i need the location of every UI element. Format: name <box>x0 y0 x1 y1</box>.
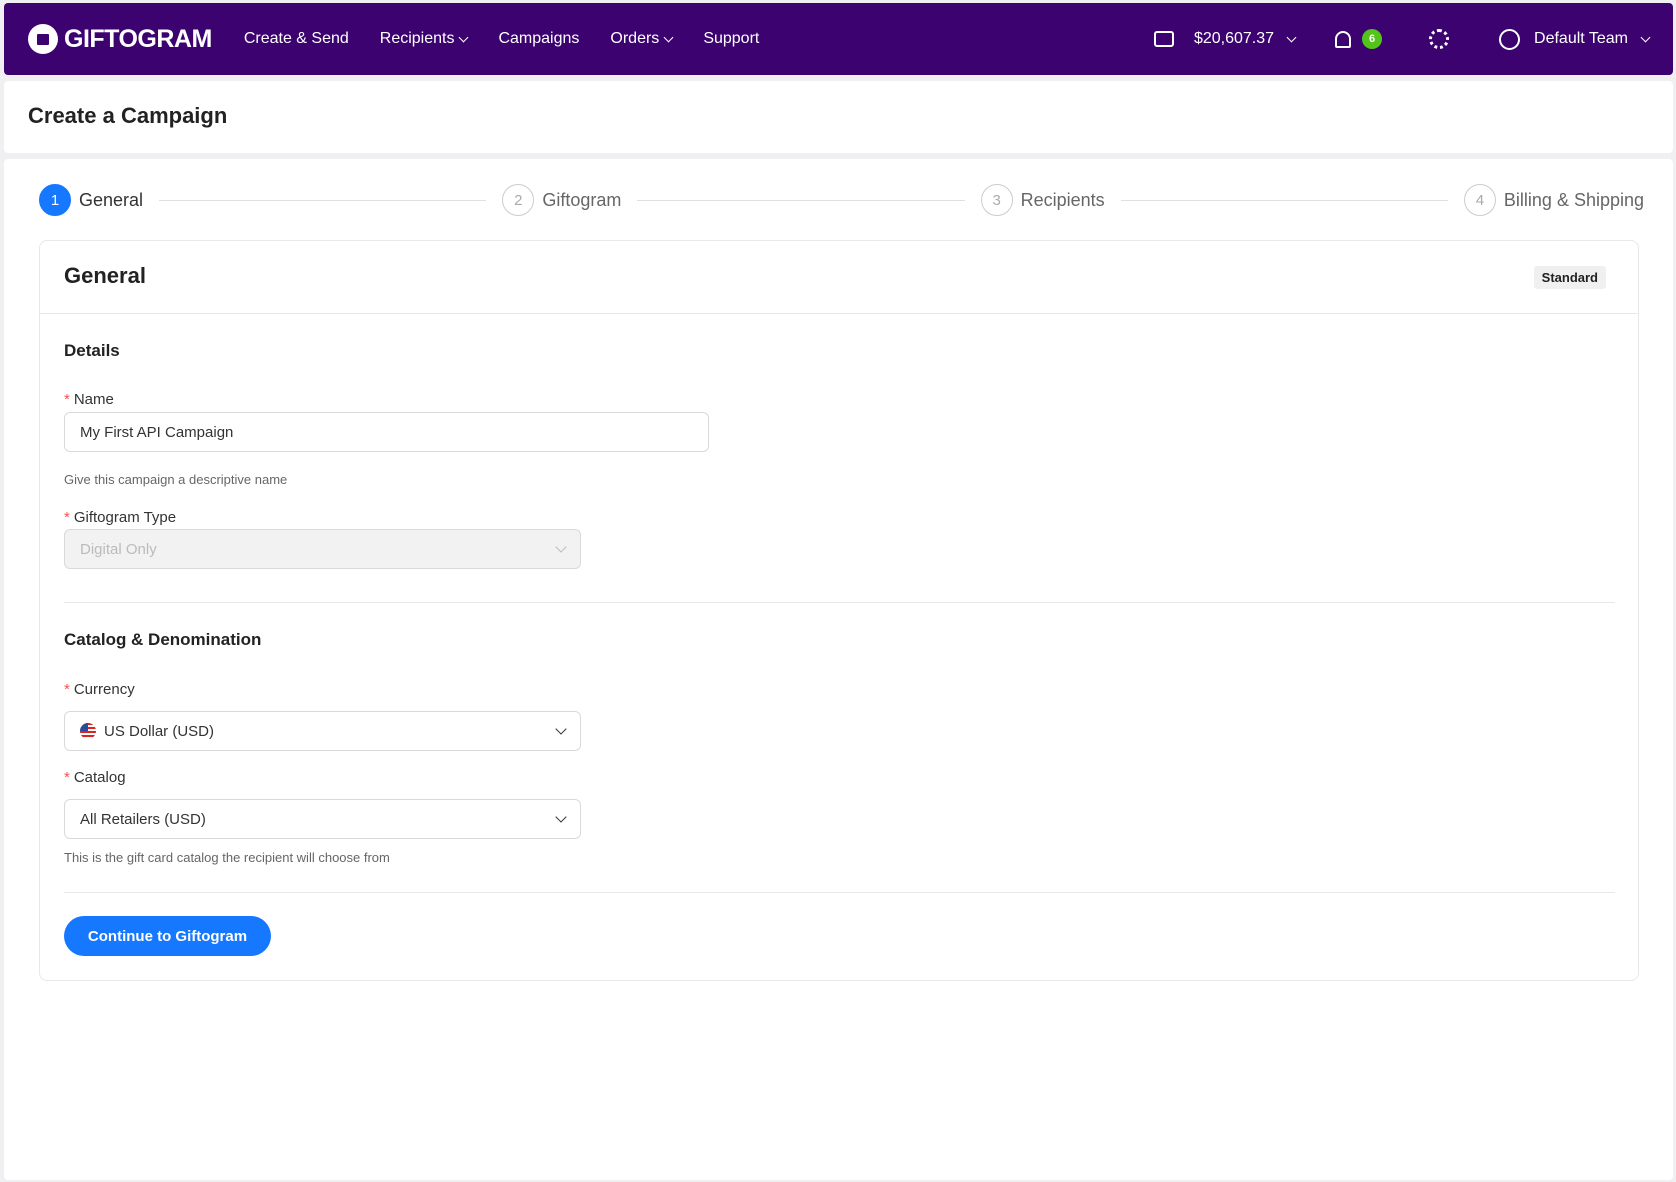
catalog-help-text: This is the gift card catalog the recipi… <box>64 850 390 865</box>
logo-text: GIFTOGRAM <box>64 24 212 53</box>
notification-badge: 6 <box>1362 29 1383 49</box>
chevron-down-icon <box>1286 32 1297 42</box>
general-card: General Standard Details * Name My First … <box>39 240 1639 981</box>
currency-label: * Currency <box>64 681 135 698</box>
label-text: Catalog <box>73 769 126 786</box>
team-name: Default Team <box>1534 30 1628 47</box>
step-label: Giftogram <box>542 189 622 210</box>
gift-icon <box>28 24 58 54</box>
step-number: 1 <box>39 184 71 216</box>
giftogram-logo[interactable]: GIFTOGRAM <box>28 24 212 54</box>
gear-icon[interactable] <box>1429 29 1450 49</box>
step-number: 3 <box>980 184 1013 216</box>
chevron-down-icon <box>555 723 567 735</box>
nav-recipients[interactable]: Recipients <box>379 30 469 48</box>
card-header: General Standard <box>40 241 1638 314</box>
step-connector <box>1120 199 1448 201</box>
name-input[interactable]: My First API Campaign <box>64 412 709 452</box>
name-label: * Name <box>64 391 114 408</box>
wallet-icon <box>1153 31 1174 47</box>
select-value: US Dollar (USD) <box>104 722 215 740</box>
continue-button[interactable]: Continue to Giftogram <box>64 916 271 956</box>
us-flag-icon <box>80 723 96 739</box>
step-giftogram[interactable]: 2 Giftogram <box>502 184 621 216</box>
standard-tag: Standard <box>1533 266 1606 289</box>
input-value: My First API Campaign <box>80 423 234 441</box>
step-connector <box>159 199 487 201</box>
label-text: Name <box>73 391 114 408</box>
chevron-down-icon <box>459 32 469 42</box>
nav-label: Orders <box>610 30 660 47</box>
nav-support[interactable]: Support <box>703 30 759 48</box>
step-general[interactable]: 1 General <box>39 184 143 216</box>
step-label: Billing & Shipping <box>1503 189 1645 210</box>
giftogram-type-select[interactable]: Digital Only <box>64 529 581 569</box>
team-dropdown[interactable]: Default Team <box>1449 28 1651 50</box>
catalog-select[interactable]: All Retailers (USD) <box>64 799 581 839</box>
currency-select[interactable]: US Dollar (USD) <box>64 711 581 751</box>
giftogram-type-label: * Giftogram Type <box>64 509 177 526</box>
stepper: 1 General 2 Giftogram 3 Recipients 4 Billing… <box>39 183 1644 217</box>
chevron-down-icon <box>1640 32 1651 42</box>
nav-create-send[interactable]: Create & Send <box>244 30 349 48</box>
select-value: Digital Only <box>80 540 157 558</box>
label-text: Giftogram Type <box>73 509 177 526</box>
nav-label: Create & Send <box>243 30 349 47</box>
nav-campaigns[interactable]: Campaigns <box>498 30 579 48</box>
nav-label: Recipients <box>379 30 455 47</box>
step-connector <box>637 199 965 201</box>
bell-icon[interactable] <box>1335 30 1352 48</box>
card-title: General <box>64 263 146 288</box>
chevron-down-icon <box>555 541 567 553</box>
title-card: Create a Campaign <box>4 81 1673 153</box>
step-number: 4 <box>1463 184 1496 216</box>
name-help-text: Give this campaign a descriptive name <box>64 472 288 487</box>
catalog-label: * Catalog <box>64 769 126 786</box>
step-label: General <box>79 189 144 210</box>
nav-label: Campaigns <box>498 30 580 47</box>
divider <box>64 892 1615 893</box>
balance-amount: $20,607.37 <box>1193 30 1275 47</box>
top-navbar: GIFTOGRAM Create & Send Recipients Campa… <box>4 3 1673 75</box>
details-heading: Details <box>64 341 120 360</box>
chevron-down-icon <box>663 32 674 42</box>
nav-orders[interactable]: Orders <box>610 30 674 48</box>
divider <box>64 602 1615 603</box>
label-text: Currency <box>73 681 135 698</box>
chevron-down-icon <box>555 811 567 823</box>
main-panel: 1 General 2 Giftogram 3 Recipients 4 Billing… <box>4 159 1673 1180</box>
step-recipients[interactable]: 3 Recipients <box>980 184 1105 216</box>
step-label: Recipients <box>1020 189 1105 210</box>
user-icon <box>1499 28 1521 50</box>
step-number: 2 <box>502 184 535 216</box>
catalog-heading: Catalog & Denomination <box>64 630 262 649</box>
nav-label: Support <box>703 30 760 47</box>
page-title: Create a Campaign <box>28 103 228 128</box>
balance-dropdown[interactable]: $20,607.37 <box>1153 30 1297 48</box>
step-billing-shipping[interactable]: 4 Billing & Shipping <box>1463 184 1645 216</box>
select-value: All Retailers (USD) <box>80 810 206 828</box>
